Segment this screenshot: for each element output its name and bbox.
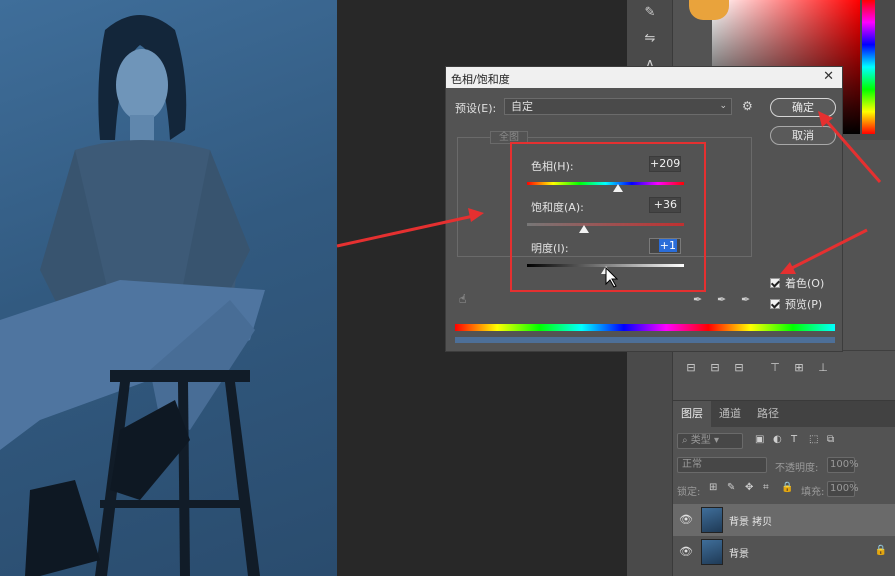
blend-mode-value: 正常 xyxy=(682,459,702,470)
opacity-label: 不透明度: xyxy=(775,463,819,474)
chevron-down-icon: ⌄ xyxy=(719,101,727,111)
eyedropper-plus-icon[interactable]: ✒ xyxy=(717,293,726,306)
layer-kind-select[interactable]: ⌕ 类型 ▾ xyxy=(677,433,743,449)
filter-shape-icon[interactable]: ⬚ xyxy=(809,434,818,445)
adjust-icon[interactable]: ⇋ xyxy=(641,30,659,48)
ok-button[interactable]: 确定 xyxy=(770,98,836,117)
layer-name: 背景 xyxy=(729,549,749,560)
lock-row: 锁定: ⊞ ✎ ✥ ⌗ 🔒 填充: 100% xyxy=(677,481,891,501)
eyedropper-icon[interactable]: ✒ xyxy=(693,293,702,306)
align-middle-icon[interactable]: ⊞ xyxy=(791,361,807,377)
foreground-color-swatch[interactable] xyxy=(689,0,729,20)
layer-kind-label: 类型 xyxy=(690,435,711,446)
visibility-eye-icon[interactable]: 👁 xyxy=(679,513,693,527)
layer-name: 背景 拷贝 xyxy=(729,517,773,528)
preset-label: 预设(E): xyxy=(455,102,497,115)
filter-adjust-icon[interactable]: ◐ xyxy=(773,434,782,445)
lock-label: 锁定: xyxy=(677,487,701,498)
opacity-field[interactable]: 100% xyxy=(827,457,859,473)
blend-mode-select[interactable]: 正常 xyxy=(677,457,767,473)
lock-move-icon[interactable]: ✥ xyxy=(745,482,753,493)
lock-paint-icon[interactable]: ✎ xyxy=(727,482,735,493)
hue-saturation-dialog: 色相/饱和度 ✕ 预设(E): 自定 ⌄ ⚙ 确定 取消 全图 色相(H): +… xyxy=(445,66,843,352)
fill-field[interactable]: 100% xyxy=(827,481,859,497)
tab-layers[interactable]: 图层 xyxy=(673,401,711,427)
filter-smart-icon[interactable]: ⧉ xyxy=(827,434,834,445)
preview-checkbox[interactable]: 预览(P) xyxy=(770,296,822,312)
align-right-icon[interactable]: ⊟ xyxy=(731,361,747,377)
annotation-highlight-box xyxy=(510,142,706,292)
close-icon[interactable]: ✕ xyxy=(823,69,834,84)
visibility-eye-icon[interactable]: 👁 xyxy=(679,545,693,559)
photo-canvas[interactable] xyxy=(0,0,337,576)
search-icon: ⌕ xyxy=(682,435,691,446)
checkbox-check-icon xyxy=(770,278,780,288)
colorize-checkbox[interactable]: 着色(O) xyxy=(770,275,824,291)
layer-background-copy[interactable]: 👁 背景 拷贝 xyxy=(673,504,895,536)
brush-icon[interactable]: ✎ xyxy=(641,4,659,22)
filter-image-icon[interactable]: ▣ xyxy=(755,434,764,445)
eyedropper-minus-icon[interactable]: ✒ xyxy=(741,293,750,306)
align-top-icon[interactable]: ⊤ xyxy=(767,361,783,377)
hand-tool-icon[interactable]: ☝ xyxy=(459,292,466,306)
colorize-label: 着色(O) xyxy=(785,277,825,290)
photoshop-workspace: ✎ ⇋ A ⊟ ⊟ ⊟ ⊤ ⊞ ⊥ 图层 通道 路径 ⌕ 类型 ▾ xyxy=(0,0,895,576)
align-panel: ⊟ ⊟ ⊟ ⊤ ⊞ ⊥ xyxy=(673,350,895,398)
hue-strip[interactable] xyxy=(862,0,875,134)
checkbox-check-icon xyxy=(770,299,780,309)
lock-all-icon[interactable]: 🔒 xyxy=(781,482,793,493)
layer-filter-row: ⌕ 类型 ▾ ▣ ◐ T ⬚ ⧉ xyxy=(677,433,891,453)
model-photo-image xyxy=(0,15,265,576)
preset-value: 自定 xyxy=(511,100,533,113)
align-left-icon[interactable]: ⊟ xyxy=(683,361,699,377)
fill-label: 填充: xyxy=(801,487,825,498)
filter-text-icon[interactable]: T xyxy=(791,434,797,445)
input-color-bar xyxy=(455,324,835,331)
align-bottom-icon[interactable]: ⊥ xyxy=(815,361,831,377)
dialog-title: 色相/饱和度 xyxy=(451,73,510,86)
layers-tabs: 图层 通道 路径 xyxy=(673,401,895,427)
cancel-button[interactable]: 取消 xyxy=(770,126,836,145)
lock-pixels-icon[interactable]: ⊞ xyxy=(709,482,717,493)
output-color-bar xyxy=(455,337,835,343)
lock-icon: 🔒 xyxy=(874,545,887,556)
tab-paths[interactable]: 路径 xyxy=(749,401,787,427)
preview-label: 预览(P) xyxy=(785,298,823,311)
layer-background[interactable]: 👁 背景 🔒 xyxy=(673,536,895,568)
lock-artboard-icon[interactable]: ⌗ xyxy=(763,482,769,493)
layer-thumbnail xyxy=(701,507,723,533)
layer-thumbnail xyxy=(701,539,723,565)
gear-icon[interactable]: ⚙ xyxy=(742,99,753,113)
tab-channels[interactable]: 通道 xyxy=(711,401,749,427)
dialog-titlebar: 色相/饱和度 ✕ xyxy=(446,67,842,88)
align-center-icon[interactable]: ⊟ xyxy=(707,361,723,377)
blend-row: 正常 不透明度: 100% xyxy=(677,457,891,477)
preset-select[interactable]: 自定 ⌄ xyxy=(504,98,732,115)
layers-panel: 图层 通道 路径 ⌕ 类型 ▾ ▣ ◐ T ⬚ ⧉ 正常 不透明度: 100% … xyxy=(673,400,895,576)
